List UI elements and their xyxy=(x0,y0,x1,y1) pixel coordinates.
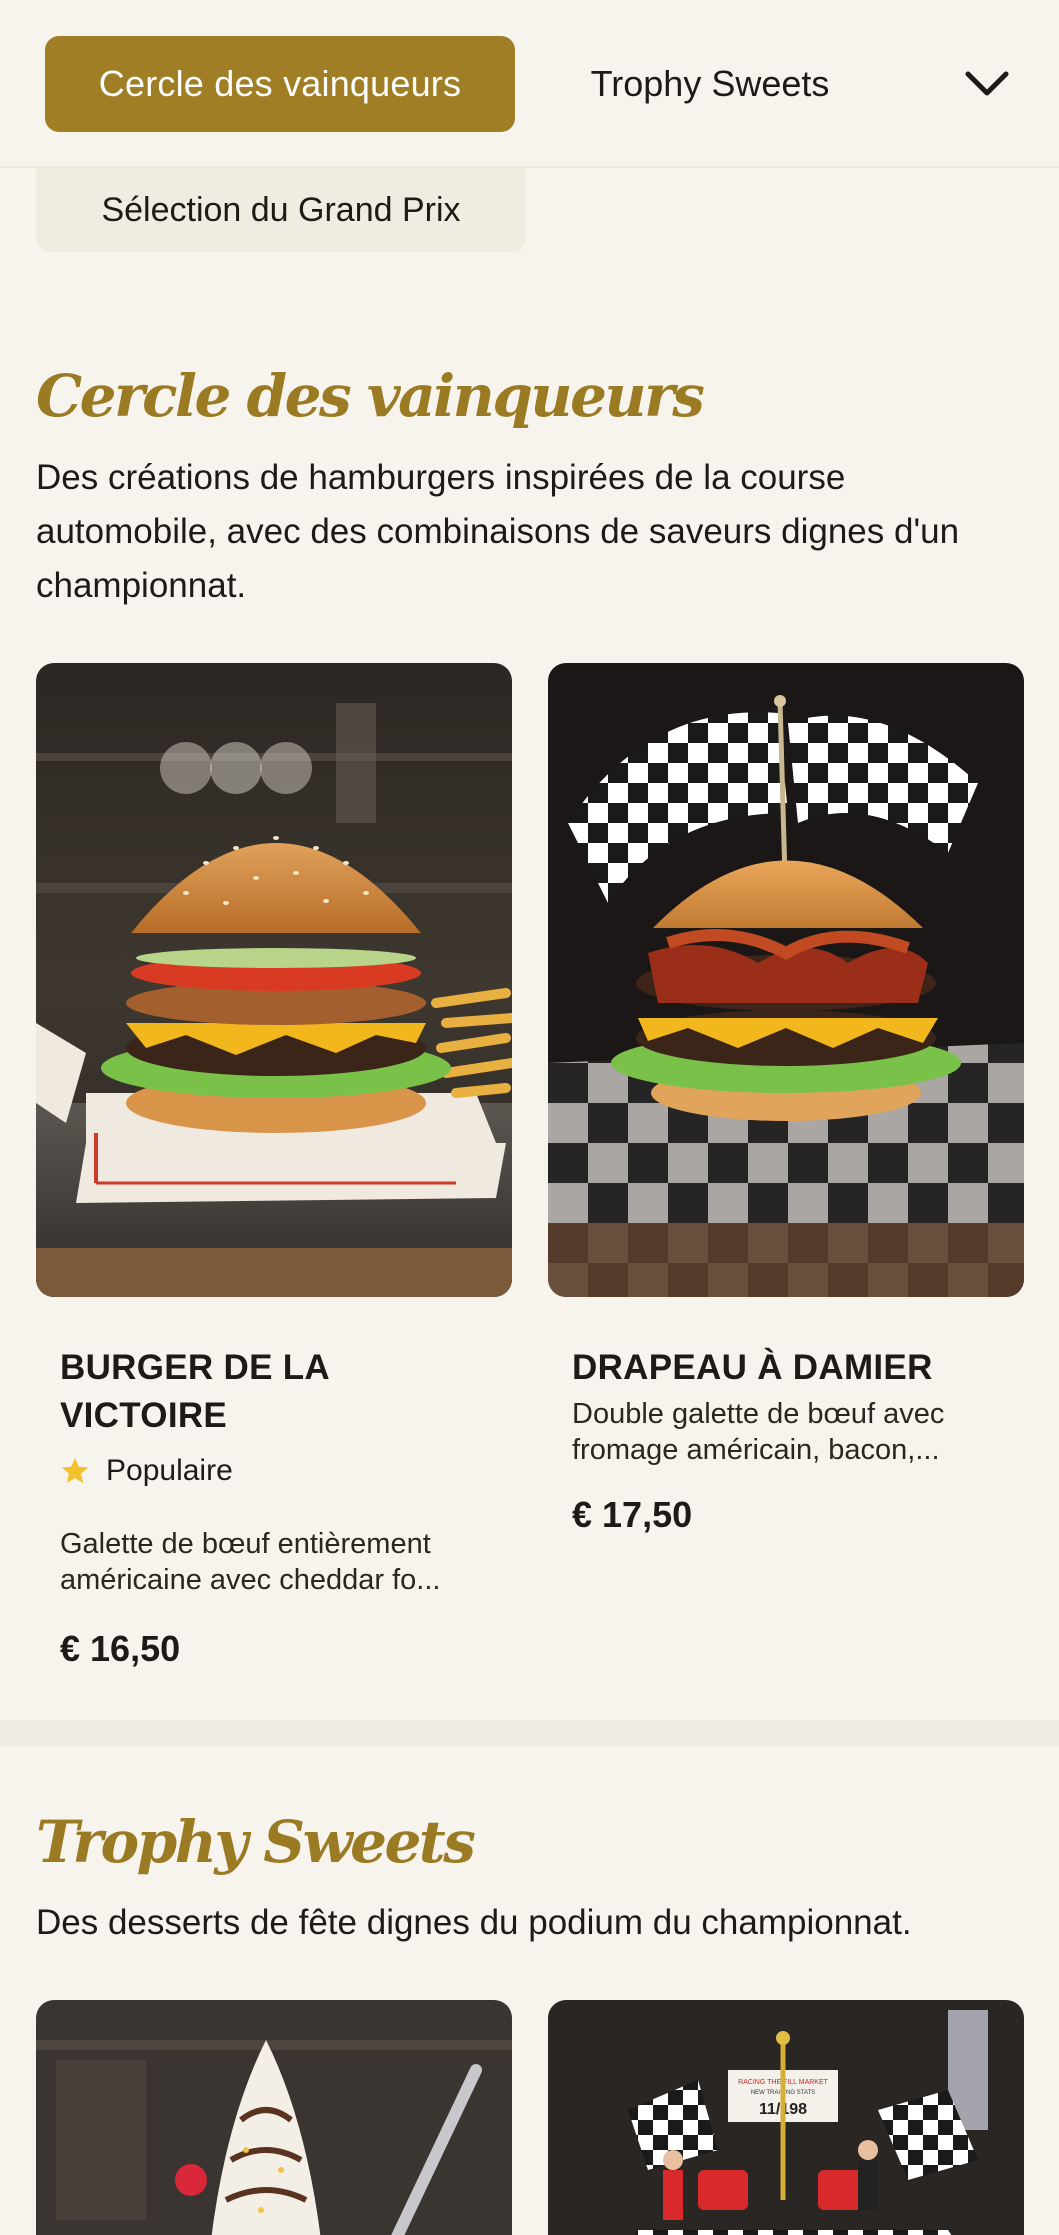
item-description: Galette de bœuf entièrement américaine a… xyxy=(60,1528,441,1596)
item-description: Double galette de bœuf avec fromage amér… xyxy=(572,1398,945,1466)
star-icon xyxy=(61,1457,89,1484)
category-nav: Cercle des vainqueurs Trophy Sweets xyxy=(0,0,1059,168)
menu-item-card[interactable]: BURGER DE LA VICTOIRE Populaire Galette … xyxy=(60,1344,490,1670)
item-price: € 16,50 xyxy=(60,1628,181,1669)
item-name: DRAPEAU À DAMIER xyxy=(572,1348,933,1387)
tab-trophy-sweets[interactable]: Trophy Sweets xyxy=(540,36,880,132)
popular-badge: Populaire xyxy=(60,1454,490,1488)
burger-de-la-victoire-image[interactable] xyxy=(36,663,512,1297)
badge-label: Populaire xyxy=(106,1454,233,1487)
dessert-image[interactable] xyxy=(36,2000,512,2235)
tab-selection-du-grand-prix[interactable]: Sélection du Grand Prix xyxy=(36,168,526,252)
tab-cercle-des-vainqueurs[interactable]: Cercle des vainqueurs xyxy=(45,36,515,132)
section-description: Des desserts de fête dignes du podium du… xyxy=(36,1903,912,1942)
section-title: Trophy Sweets xyxy=(36,1808,476,1876)
item-name: BURGER DE LA VICTOIRE xyxy=(60,1348,329,1435)
section-description: Des créations de hamburgers inspirées de… xyxy=(36,458,960,605)
dessert-image[interactable]: RACING THE FILL MARKET NEW TRAINING STAT… xyxy=(548,2000,1024,2235)
drapeau-a-damier-image[interactable] xyxy=(548,663,1024,1297)
section-title: Cercle des vainqueurs xyxy=(36,362,705,430)
menu-item-card[interactable]: DRAPEAU À DAMIER Double galette de bœuf … xyxy=(572,1344,1002,1536)
section-divider xyxy=(0,1720,1059,1746)
item-price: € 17,50 xyxy=(572,1494,693,1535)
chevron-down-icon[interactable] xyxy=(955,56,1019,112)
